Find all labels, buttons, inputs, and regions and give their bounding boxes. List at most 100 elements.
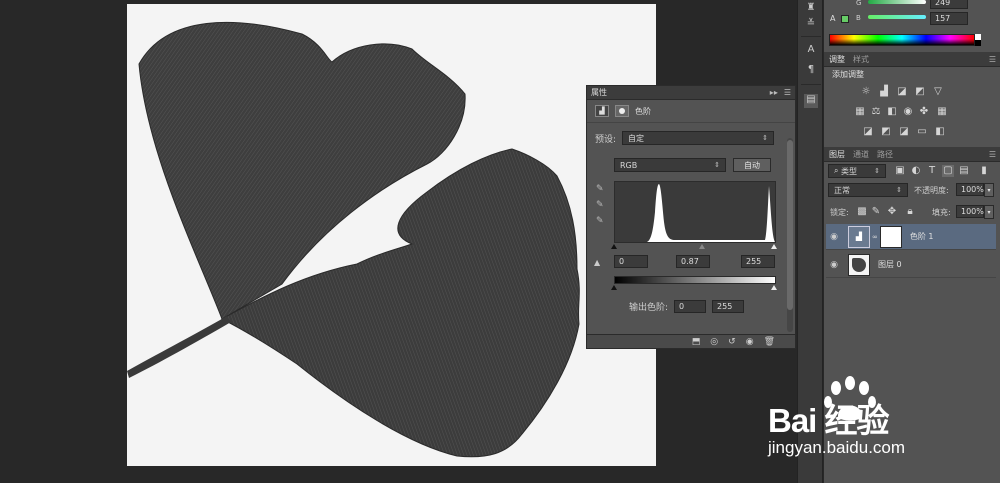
gamma-handle[interactable] (699, 244, 705, 249)
eye-icon[interactable]: ◉ (826, 232, 842, 242)
black-white-icon[interactable]: ◧ (886, 106, 898, 118)
lock-image-icon[interactable]: ✎ (870, 206, 882, 218)
eye-icon[interactable]: ◉ (826, 260, 842, 270)
invert-icon[interactable]: ◪ (862, 126, 874, 138)
white-eyedropper-icon[interactable]: ✎ (596, 216, 606, 226)
lock-label: 锁定: (830, 208, 849, 217)
tab-paths[interactable]: 路径 (877, 149, 893, 160)
black-swatch[interactable] (975, 40, 981, 46)
clip-to-layer-icon[interactable]: ⬒ (692, 337, 701, 347)
output-white-handle[interactable] (771, 285, 777, 290)
properties-tab[interactable]: 属性 (591, 87, 607, 98)
layer-filter-dropdown[interactable]: ⌕ 类型 ⇕ (828, 164, 886, 178)
preset-dropdown[interactable]: 自定 ⇕ (622, 131, 775, 145)
lock-transparent-icon[interactable]: ▩ (856, 206, 868, 218)
brush-settings-icon[interactable]: ≚ (804, 18, 818, 32)
channel-dropdown[interactable]: RGB ⇕ (614, 158, 726, 172)
curves-icon[interactable]: ◪ (896, 86, 908, 98)
opacity-field[interactable]: 100% (956, 183, 984, 196)
auto-button[interactable]: 自动 (733, 158, 771, 172)
threshold-icon[interactable]: ◪ (898, 126, 910, 138)
opacity-arrow-button[interactable]: ▾ (984, 183, 994, 197)
selective-color-icon[interactable]: ◧ (934, 126, 946, 138)
document-canvas[interactable] (127, 4, 656, 466)
white-point-handle[interactable] (771, 244, 777, 249)
alert-icon: A (830, 14, 836, 23)
filter-adjust-icon[interactable]: ◐ (910, 165, 922, 177)
exposure-icon[interactable]: ◩ (914, 86, 926, 98)
brush-icon[interactable]: ♜ (804, 2, 818, 16)
color-panel: G 249 A B 157 (824, 0, 1000, 50)
layer-row-levels[interactable]: ◉ ▟ ∞ 色阶 1 (826, 224, 996, 250)
preset-label: 预设: (595, 134, 617, 145)
adjustments-tabs: 调整 样式 ☰ (824, 52, 1000, 67)
output-levels-slider[interactable] (611, 285, 777, 291)
gradient-map-icon[interactable]: ▭ (916, 126, 928, 138)
levels-icon: ▟ (595, 105, 609, 117)
properties-titlebar: 属性 ▸▸ ☰ (587, 86, 795, 100)
black-eyedropper-icon[interactable]: ✎ (596, 184, 606, 194)
panel-menu-icon[interactable]: ☰ (989, 55, 1000, 64)
tab-adjustments[interactable]: 调整 (829, 54, 845, 65)
output-black-handle[interactable] (611, 285, 617, 290)
input-levels-slider[interactable] (611, 244, 777, 250)
layer-mask-thumbnail[interactable] (879, 225, 902, 248)
clipping-icon[interactable]: ▲ (594, 258, 600, 267)
output-white-field[interactable]: 255 (712, 300, 745, 313)
filter-shape-icon[interactable]: ▢ (942, 165, 954, 177)
color-spectrum[interactable] (829, 34, 975, 46)
adjustment-type-label: 色阶 (635, 106, 651, 116)
lock-position-icon[interactable]: ✥ (886, 206, 898, 218)
color-balance-icon[interactable]: ⚖ (870, 106, 882, 118)
tab-channels[interactable]: 通道 (853, 149, 869, 160)
watermark-brand: Bai 经验 (768, 402, 890, 439)
chain-link-icon[interactable]: ∞ (872, 233, 878, 241)
tab-styles[interactable]: 样式 (853, 54, 869, 65)
input-white-field[interactable]: 255 (741, 255, 775, 268)
input-gamma-field[interactable]: 0.87 (676, 255, 710, 268)
filter-toggle-icon[interactable]: ▮ (978, 165, 990, 177)
photo-filter-icon[interactable]: ◉ (902, 106, 914, 118)
view-previous-icon[interactable]: ◎ (710, 337, 718, 347)
character-icon[interactable]: A (804, 44, 818, 58)
input-black-field[interactable]: 0 (614, 255, 648, 268)
g-value-field[interactable]: 249 (930, 0, 968, 9)
layer-name[interactable]: 图层 0 (878, 259, 902, 270)
properties-panel: 属性 ▸▸ ☰ ▟ 色阶 预设: 自定⇕ RGB⇕ 自动 ✎ ✎ ✎ ▲ 0 (586, 85, 796, 349)
tab-layers[interactable]: 图层 (829, 149, 845, 160)
properties-icon[interactable]: ▤ (804, 94, 818, 108)
posterize-icon[interactable]: ◩ (880, 126, 892, 138)
lock-icon[interactable]: 🔒︎ (904, 206, 916, 218)
eye-icon[interactable]: ◉ (746, 337, 754, 347)
b-slider[interactable] (868, 15, 926, 19)
properties-scrollbar[interactable] (787, 138, 793, 332)
layer-row-base[interactable]: ◉ 图层 0 (826, 252, 996, 278)
fill-arrow-button[interactable]: ▾ (984, 205, 994, 219)
fill-label: 填充: (932, 208, 951, 217)
panel-menu-icon[interactable]: ☰ (989, 150, 1000, 159)
filter-type-icon[interactable]: T (926, 165, 938, 177)
g-slider[interactable] (868, 0, 926, 4)
panel-menu-icon[interactable]: ☰ (784, 88, 791, 97)
hue-saturation-icon[interactable]: ▦ (854, 106, 866, 118)
swatch-icon[interactable] (841, 15, 849, 23)
filter-pixel-icon[interactable]: ▣ (894, 165, 906, 177)
paragraph-icon[interactable]: ¶ (804, 64, 818, 78)
vibrance-icon[interactable]: ▽ (932, 86, 944, 98)
layer-name[interactable]: 色阶 1 (910, 231, 934, 242)
filter-smart-icon[interactable]: ▤ (958, 165, 970, 177)
blend-mode-dropdown[interactable]: 正常 ⇕ (828, 183, 908, 197)
levels-adjust-icon[interactable]: ▟ (878, 86, 890, 98)
black-point-handle[interactable] (611, 244, 617, 249)
reset-icon[interactable]: ↺ (728, 337, 736, 347)
gray-eyedropper-icon[interactable]: ✎ (596, 200, 606, 210)
trash-icon[interactable]: 🗑 (764, 337, 775, 347)
channel-mixer-icon[interactable]: ✤ (918, 106, 930, 118)
output-black-field[interactable]: 0 (674, 300, 707, 313)
b-value-field[interactable]: 157 (930, 12, 968, 25)
mask-icon[interactable] (615, 105, 629, 117)
collapse-icon[interactable]: ▸▸ (770, 88, 778, 97)
color-lookup-icon[interactable]: ▦ (936, 106, 948, 118)
brightness-icon[interactable]: ☼ (860, 86, 872, 98)
fill-field[interactable]: 100% (956, 205, 984, 218)
